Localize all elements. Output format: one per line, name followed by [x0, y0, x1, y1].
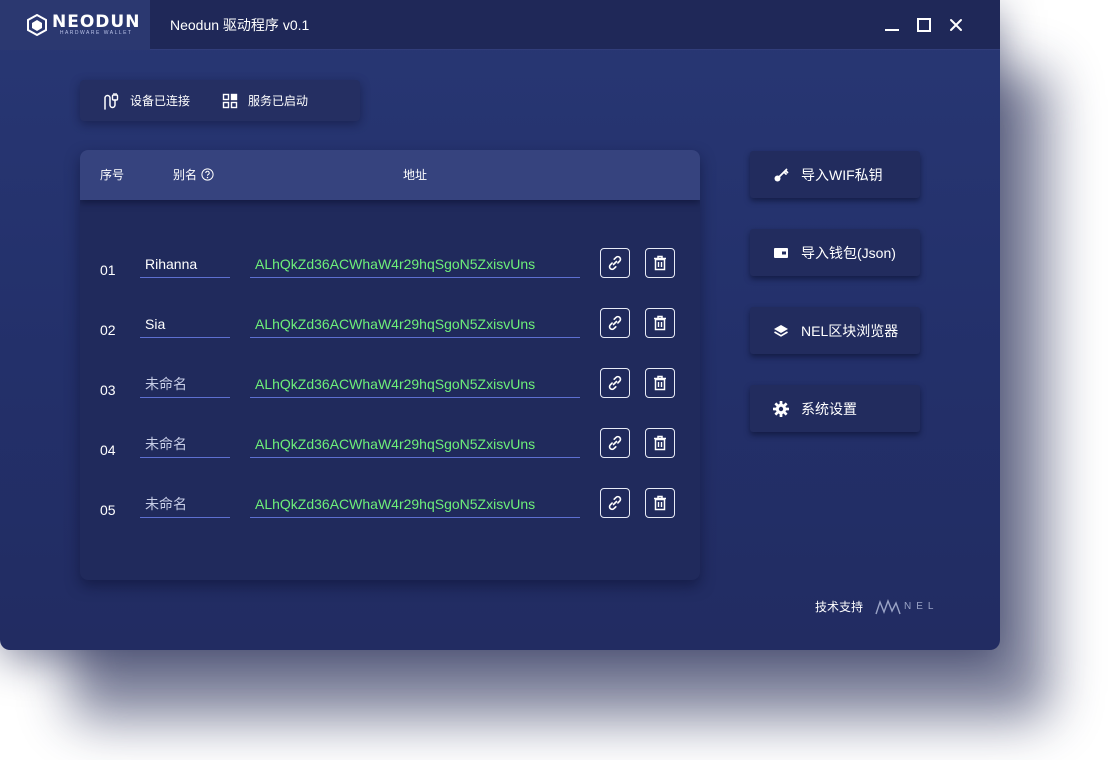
row-index: 03 [100, 382, 116, 398]
alias-field[interactable]: Rihanna [140, 250, 230, 278]
trash-icon [654, 435, 666, 451]
trash-icon [654, 495, 666, 511]
nel-logo: NEL [875, 598, 939, 615]
service-status-label: 服务已启动 [248, 94, 309, 108]
settings-label: 系统设置 [801, 400, 857, 417]
delete-button[interactable] [645, 428, 675, 458]
nel-logo-text: NEL [904, 601, 939, 612]
app-title: Neodun 驱动程序 v0.1 [170, 17, 310, 33]
delete-button[interactable] [645, 308, 675, 338]
support-label: 技术支持 [815, 600, 864, 614]
address-field[interactable]: ALhQkZd36ACWhaW4r29hqSgoN5ZxisvUns [250, 430, 580, 458]
gear-icon [772, 400, 790, 418]
alias-field[interactable]: 未命名 [140, 490, 230, 518]
usb-plug-icon [104, 92, 119, 110]
address-field[interactable]: ALhQkZd36ACWhaW4r29hqSgoN5ZxisvUns [250, 490, 580, 518]
device-status-label: 设备已连接 [130, 94, 191, 108]
maximize-button[interactable] [912, 13, 936, 37]
row-index: 01 [100, 262, 116, 278]
table-row: 05 未命名 ALhQkZd36ACWhaW4r29hqSgoN5ZxisvUn… [80, 488, 700, 530]
logo-wordmark: NEODUN HARDWARE WALLET [52, 11, 141, 37]
minimize-icon [885, 29, 899, 31]
link-icon [608, 375, 622, 391]
address-table: 序号 别名 地址 01 Rihanna ALhQkZd36ACWhaW4r29h… [80, 150, 700, 580]
trash-icon [654, 315, 666, 331]
alias-field[interactable]: 未命名 [140, 430, 230, 458]
table-row: 02 Sia ALhQkZd36ACWhaW4r29hqSgoN5ZxisvUn… [80, 308, 700, 350]
alias-field[interactable]: 未命名 [140, 370, 230, 398]
link-icon [608, 315, 622, 331]
minimize-button[interactable] [880, 13, 904, 37]
address-field[interactable]: ALhQkZd36ACWhaW4r29hqSgoN5ZxisvUns [250, 370, 580, 398]
import-json-wallet-button[interactable]: 导入钱包(Json) [750, 229, 920, 276]
link-icon [608, 255, 622, 271]
link-button[interactable] [600, 368, 630, 398]
device-status: 设备已连接 [102, 92, 190, 110]
alias-field[interactable]: Sia [140, 310, 230, 338]
nel-explorer-label: NEL区块浏览器 [801, 322, 899, 339]
link-button[interactable] [600, 308, 630, 338]
row-index: 05 [100, 502, 116, 518]
status-bar: 设备已连接 服务已启动 [80, 80, 360, 121]
nel-mark-icon [875, 598, 901, 614]
close-button[interactable] [944, 13, 968, 37]
help-icon[interactable] [201, 168, 214, 181]
maximize-icon [917, 18, 931, 32]
row-index: 04 [100, 442, 116, 458]
logo-sub-text: HARDWARE WALLET [59, 29, 133, 36]
row-index: 02 [100, 322, 116, 338]
import-wif-label: 导入WIF私钥 [801, 166, 883, 183]
app-logo: NEODUN HARDWARE WALLET [0, 0, 150, 50]
link-button[interactable] [600, 488, 630, 518]
link-icon [608, 495, 622, 511]
delete-button[interactable] [645, 488, 675, 518]
layers-icon [772, 322, 790, 340]
header-index: 序号 [100, 168, 125, 182]
header-alias-label: 别名 [173, 168, 198, 182]
wallet-icon [772, 244, 790, 262]
delete-button[interactable] [645, 368, 675, 398]
import-wif-button[interactable]: 导入WIF私钥 [750, 151, 920, 198]
key-icon [772, 166, 790, 184]
neodun-cube-icon [27, 14, 47, 36]
header-address: 地址 [403, 168, 428, 182]
link-button[interactable] [600, 248, 630, 278]
settings-button[interactable]: 系统设置 [750, 385, 920, 432]
trash-icon [654, 255, 666, 271]
header-alias: 别名 [173, 150, 214, 200]
tech-support: 技术支持 NEL [815, 598, 938, 615]
title-bar: NEODUN HARDWARE WALLET Neodun 驱动程序 v0.1 [0, 0, 1000, 50]
link-button[interactable] [600, 428, 630, 458]
delete-button[interactable] [645, 248, 675, 278]
address-field[interactable]: ALhQkZd36ACWhaW4r29hqSgoN5ZxisvUns [250, 310, 580, 338]
import-json-label: 导入钱包(Json) [801, 244, 896, 261]
table-header: 序号 别名 地址 [80, 150, 700, 200]
nel-explorer-button[interactable]: NEL区块浏览器 [750, 307, 920, 354]
app-window: NEODUN HARDWARE WALLET Neodun 驱动程序 v0.1 … [0, 0, 1000, 650]
logo-main-text: NEODUN [52, 11, 141, 32]
table-row: 04 未命名 ALhQkZd36ACWhaW4r29hqSgoN5ZxisvUn… [80, 428, 700, 470]
address-field[interactable]: ALhQkZd36ACWhaW4r29hqSgoN5ZxisvUns [250, 250, 580, 278]
table-row: 03 未命名 ALhQkZd36ACWhaW4r29hqSgoN5ZxisvUn… [80, 368, 700, 410]
close-icon [950, 19, 962, 31]
grid-apps-icon [222, 93, 238, 108]
table-row: 01 Rihanna ALhQkZd36ACWhaW4r29hqSgoN5Zxi… [80, 248, 700, 290]
trash-icon [654, 375, 666, 391]
service-status: 服务已启动 [222, 92, 308, 109]
link-icon [608, 435, 622, 451]
